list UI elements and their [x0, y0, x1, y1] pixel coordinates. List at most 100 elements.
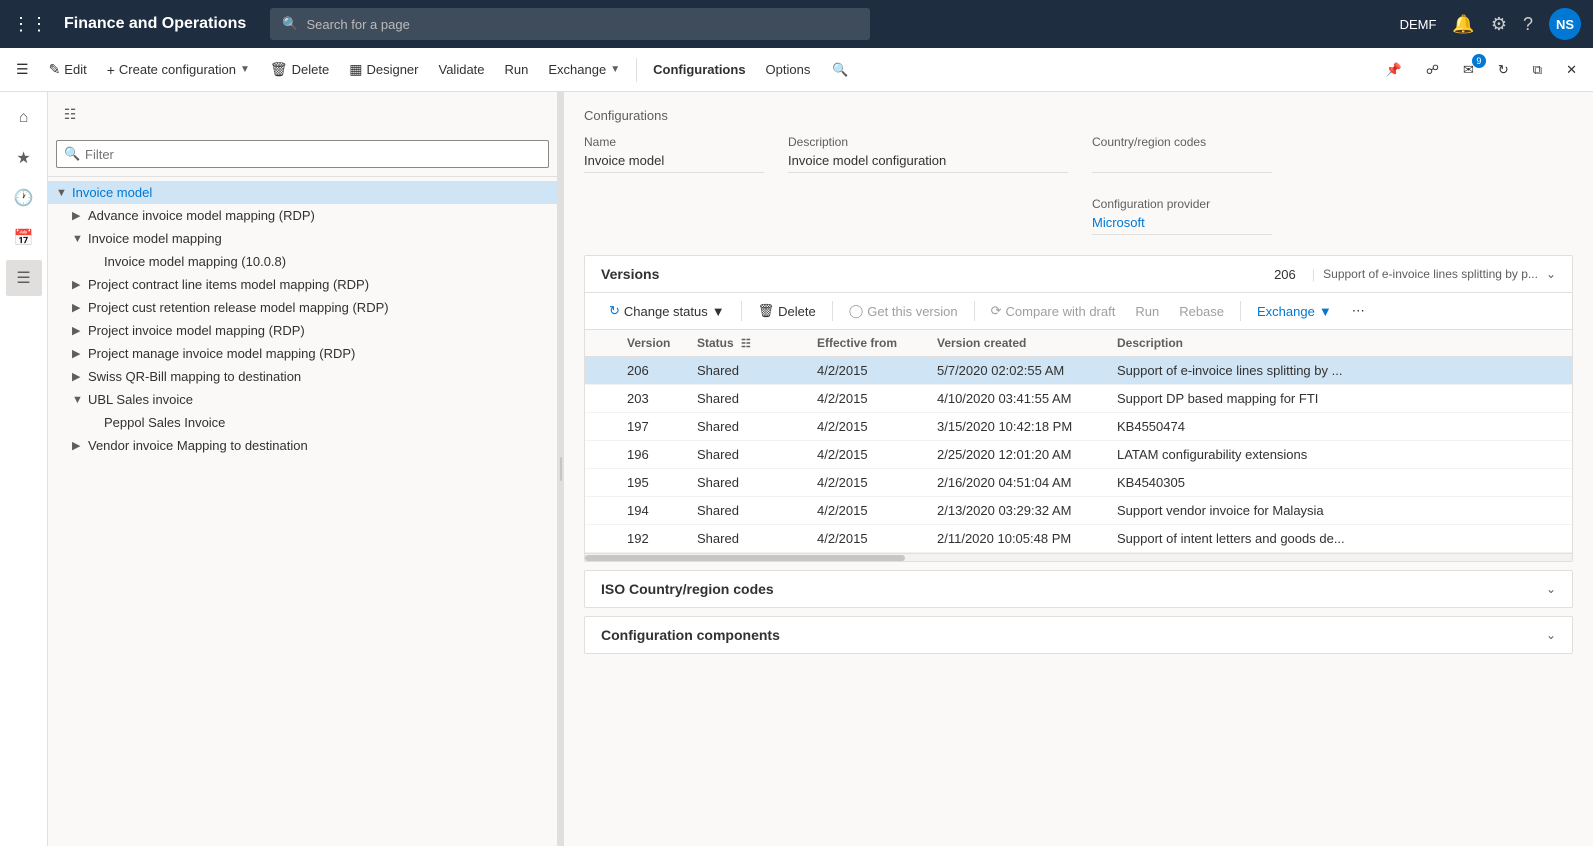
- tree-filter-input[interactable]: [56, 140, 549, 168]
- edit-btn[interactable]: ✎ Edit: [41, 57, 95, 82]
- sidebar-icons: ⌂ ★ 🕐 📅 ☰: [0, 92, 48, 846]
- validate-btn[interactable]: Validate: [431, 58, 493, 81]
- table-row[interactable]: 196Shared4/2/20152/25/2020 12:01:20 AMLA…: [585, 441, 1572, 469]
- table-row[interactable]: 206Shared4/2/20155/7/2020 02:02:55 AMSup…: [585, 357, 1572, 385]
- create-config-arrow-icon: ▼: [240, 64, 250, 75]
- table-cell-version: 206: [615, 357, 685, 385]
- pin-btn[interactable]: 📌: [1378, 58, 1410, 82]
- calendar-icon-btn[interactable]: 📅: [6, 220, 42, 256]
- search-placeholder: Search for a page: [306, 17, 409, 32]
- versions-toolbar: ↻ Change status ▼ 🗑 Delete ◯ Get this ve…: [585, 293, 1572, 330]
- tree-item[interactable]: ▶Vendor invoice Mapping to destination: [48, 434, 557, 457]
- versions-section-header[interactable]: Versions 206 | Support of e-invoice line…: [585, 256, 1572, 293]
- get-this-version-btn[interactable]: ◯ Get this version: [841, 299, 966, 323]
- clock-icon-btn[interactable]: 🕐: [6, 180, 42, 216]
- ver-sep-2: [832, 301, 833, 321]
- configurations-btn[interactable]: Configurations: [645, 58, 753, 81]
- settings-icon[interactable]: ⚙: [1491, 14, 1507, 35]
- tree-item[interactable]: ▶Peppol Sales Invoice: [48, 411, 557, 434]
- list-icon-btn[interactable]: ☰: [6, 260, 42, 296]
- table-cell-version: 197: [615, 413, 685, 441]
- table-cell-b: [1531, 497, 1572, 525]
- tree-item[interactable]: ▶Advance invoice model mapping (RDP): [48, 204, 557, 227]
- table-row[interactable]: 192Shared4/2/20152/11/2020 10:05:48 PMSu…: [585, 525, 1572, 553]
- expand-btn[interactable]: ⧉: [1525, 58, 1550, 82]
- avatar[interactable]: NS: [1549, 8, 1581, 40]
- iso-section-header[interactable]: ISO Country/region codes ⌄: [585, 571, 1572, 607]
- tree-item[interactable]: ▶Project cust retention release model ma…: [48, 296, 557, 319]
- tree-item[interactable]: ▶Project invoice model mapping (RDP): [48, 319, 557, 342]
- ver-run-btn[interactable]: Run: [1127, 300, 1167, 323]
- table-row[interactable]: 197Shared4/2/20153/15/2020 10:42:18 PMKB…: [585, 413, 1572, 441]
- help-icon[interactable]: ?: [1523, 14, 1533, 35]
- run-btn[interactable]: Run: [497, 58, 537, 81]
- tree-item[interactable]: ▶Invoice model mapping (10.0.8): [48, 250, 557, 273]
- table-cell-effective_from: 4/2/2015: [805, 441, 925, 469]
- config-components-section: Configuration components ⌄: [584, 616, 1573, 654]
- table-scrollbar[interactable]: [585, 553, 1572, 561]
- main-layout: ⌂ ★ 🕐 📅 ☰ ☷ 🔍 ▼Invoice model▶Advance: [0, 92, 1593, 846]
- ver-sep-4: [1240, 301, 1241, 321]
- tree-item[interactable]: ▶Project manage invoice model mapping (R…: [48, 342, 557, 365]
- tree-item[interactable]: ▼UBL Sales invoice: [48, 388, 557, 411]
- delete-icon: 🗑: [270, 61, 288, 78]
- home-icon-btn[interactable]: ⌂: [6, 100, 42, 136]
- tree-item[interactable]: ▼Invoice model: [48, 181, 557, 204]
- col-header-b: [1531, 330, 1572, 357]
- table-cell-b: [1531, 469, 1572, 497]
- top-nav-right: DEMF 🔔 ⚙ ? NS: [1400, 8, 1581, 40]
- apps-icon[interactable]: ⋮⋮: [12, 14, 48, 35]
- col-header-status[interactable]: Status ☷: [685, 330, 805, 357]
- config-components-header[interactable]: Configuration components ⌄: [585, 617, 1572, 653]
- table-cell-r: [585, 497, 615, 525]
- toolbar-search-btn[interactable]: 🔍: [826, 58, 854, 82]
- table-row[interactable]: 194Shared4/2/20152/13/2020 03:29:32 AMSu…: [585, 497, 1572, 525]
- exchange-btn[interactable]: Exchange ▼: [540, 58, 628, 81]
- col-header-created[interactable]: Version created: [925, 330, 1105, 357]
- star-icon-btn[interactable]: ★: [6, 140, 42, 176]
- expand-icon: ▼: [56, 187, 68, 199]
- rebase-btn[interactable]: Rebase: [1171, 300, 1232, 323]
- col-header-version[interactable]: Version: [615, 330, 685, 357]
- options-btn[interactable]: Options: [758, 58, 819, 81]
- country-label: Country/region codes: [1092, 135, 1272, 149]
- table-row[interactable]: 195Shared4/2/20152/16/2020 04:51:04 AMKB…: [585, 469, 1572, 497]
- tree-item[interactable]: ▶Swiss QR-Bill mapping to destination: [48, 365, 557, 388]
- versions-count: 206: [1274, 267, 1296, 282]
- ver-exchange-arrow-icon: ▼: [1319, 304, 1332, 319]
- designer-btn[interactable]: ▦ Designer: [341, 57, 426, 82]
- desc-value: Invoice model configuration: [788, 153, 1068, 173]
- provider-value[interactable]: Microsoft: [1092, 215, 1272, 235]
- compare-draft-btn[interactable]: ⟳ Compare with draft: [983, 299, 1124, 323]
- tree-filter: 🔍: [48, 132, 557, 177]
- ver-delete-icon: 🗑: [758, 303, 775, 319]
- col-header-desc[interactable]: Description: [1105, 330, 1531, 357]
- col-header-effective[interactable]: Effective from: [805, 330, 925, 357]
- notifications-icon[interactable]: 🔔: [1452, 14, 1474, 35]
- close-btn[interactable]: ✕: [1558, 58, 1585, 82]
- ver-more-btn[interactable]: ⋯: [1344, 299, 1373, 323]
- tree-item-label: Invoice model mapping: [88, 231, 222, 246]
- table-cell-version_created: 4/10/2020 03:41:55 AM: [925, 385, 1105, 413]
- table-row[interactable]: 203Shared4/2/20154/10/2020 03:41:55 AMSu…: [585, 385, 1572, 413]
- tree-item-label: Project contract line items model mappin…: [88, 277, 369, 292]
- delete-btn[interactable]: 🗑 Delete: [262, 57, 337, 82]
- table-cell-effective_from: 4/2/2015: [805, 413, 925, 441]
- tree-item-label: Vendor invoice Mapping to destination: [88, 438, 308, 453]
- hamburger-btn[interactable]: ☰: [8, 57, 37, 82]
- change-status-arrow-icon: ▼: [712, 304, 725, 319]
- filter-toggle-btn[interactable]: ☷: [56, 100, 84, 128]
- bookmark-btn[interactable]: ☍: [1418, 58, 1447, 82]
- change-status-btn[interactable]: ↻ Change status ▼: [601, 299, 733, 323]
- ver-delete-label: Delete: [778, 304, 816, 319]
- ver-exchange-btn[interactable]: Exchange ▼: [1249, 300, 1340, 323]
- ver-delete-btn[interactable]: 🗑 Delete: [750, 299, 824, 323]
- tree-item[interactable]: ▼Invoice model mapping: [48, 227, 557, 250]
- config-chevron-icon: ⌄: [1546, 628, 1556, 642]
- create-configuration-btn[interactable]: + Create configuration ▼: [99, 58, 258, 82]
- refresh-btn[interactable]: ↻: [1490, 58, 1517, 82]
- tree-item[interactable]: ▶Project contract line items model mappi…: [48, 273, 557, 296]
- search-bar[interactable]: 🔍 Search for a page: [270, 8, 870, 40]
- notif-count-btn[interactable]: ✉ 9: [1455, 58, 1482, 82]
- star-icon: ★: [16, 148, 30, 168]
